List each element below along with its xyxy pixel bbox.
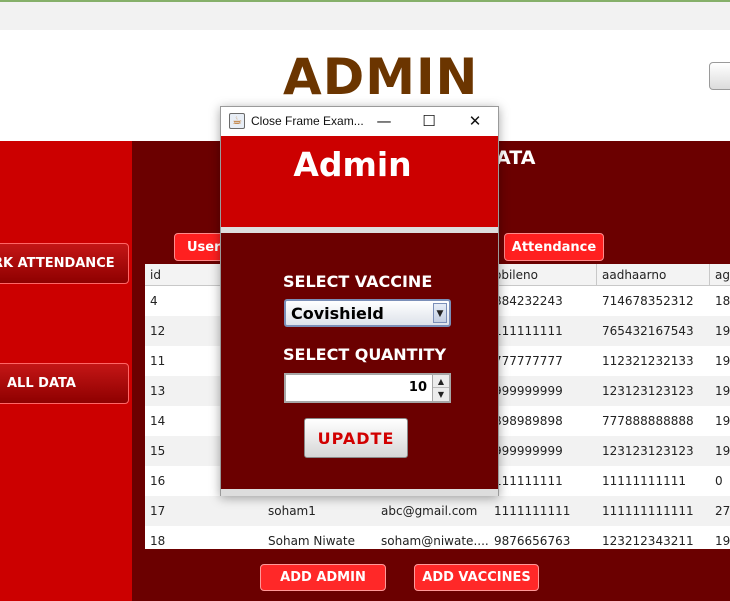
top-strip <box>0 0 730 30</box>
table-cell[interactable]: 11111111111 <box>597 466 710 496</box>
section-heading: ATA <box>496 147 536 169</box>
table-cell[interactable]: 714678352312 <box>597 286 710 316</box>
column-header[interactable]: aadhaarno <box>597 264 710 286</box>
column-header[interactable]: obileno <box>489 264 597 286</box>
chevron-down-icon[interactable]: ▼ <box>433 303 447 323</box>
table-cell[interactable]: 777777777 <box>489 346 597 376</box>
table-cell[interactable]: 0 <box>710 466 730 496</box>
vaccine-select[interactable]: Covishield ▼ <box>284 299 451 327</box>
table-cell[interactable]: abc@gmail.com <box>376 496 489 526</box>
table-cell[interactable]: 111111111 <box>489 466 597 496</box>
tab-attendance[interactable]: Attendance <box>504 233 604 261</box>
table-cell[interactable]: 765432167543 <box>597 316 710 346</box>
admin-dialog: ☕ Close Frame Exam... — ☐ ✕ Admin SELECT… <box>220 106 499 496</box>
maximize-icon[interactable]: ☐ <box>418 110 440 132</box>
table-cell[interactable]: Soham Niwate <box>263 526 376 549</box>
spinner-up-icon[interactable]: ▲ <box>433 375 449 388</box>
add-admin-button[interactable]: ADD ADMIN <box>260 564 386 591</box>
table-cell[interactable]: soham1 <box>263 496 376 526</box>
table-cell[interactable]: 19 <box>710 316 730 346</box>
table-cell[interactable]: 19 <box>710 526 730 549</box>
table-cell[interactable]: 18 <box>145 526 263 549</box>
spinner-down-icon[interactable]: ▼ <box>433 388 449 401</box>
table-cell[interactable]: 123123123123 <box>597 436 710 466</box>
table-row[interactable]: 17 soham1 abc@gmail.com 1111111111 111111111… <box>145 496 730 526</box>
minimize-icon[interactable]: — <box>373 110 395 132</box>
table-cell[interactable]: 111111111 <box>489 316 597 346</box>
table-cell[interactable]: 884232243 <box>489 286 597 316</box>
column-header[interactable]: ag <box>710 264 730 286</box>
dialog-heading: Admin <box>293 145 412 184</box>
table-cell[interactable]: 123123123123 <box>597 376 710 406</box>
table-cell[interactable]: 19 <box>710 346 730 376</box>
table-row[interactable]: 18 Soham Niwate soham@niwate.... 9876656763… <box>145 526 730 549</box>
update-button[interactable]: UPADTE <box>304 418 408 458</box>
vaccine-label: SELECT VACCINE <box>283 272 433 291</box>
table-cell[interactable]: soham@niwate.... <box>376 526 489 549</box>
java-app-icon: ☕ <box>229 113 245 129</box>
dialog-footer-strip <box>221 489 498 496</box>
quantity-value[interactable]: 10 <box>409 380 427 395</box>
table-cell[interactable]: 19 <box>710 436 730 466</box>
all-data-button[interactable]: ALL DATA <box>0 363 129 404</box>
table-cell[interactable]: 19 <box>710 406 730 436</box>
corner-button[interactable] <box>709 62 730 90</box>
quantity-spinner[interactable]: 10 ▲ ▼ <box>284 373 451 403</box>
table-cell[interactable]: 19 <box>710 376 730 406</box>
vaccine-selected-value: Covishield <box>291 304 384 323</box>
quantity-label: SELECT QUANTITY <box>283 345 447 364</box>
table-cell[interactable]: 999999999 <box>489 436 597 466</box>
table-cell[interactable]: 898989898 <box>489 406 597 436</box>
table-cell[interactable]: 112321232133 <box>597 346 710 376</box>
table-cell[interactable]: 9876656763 <box>489 526 597 549</box>
table-cell[interactable]: 123212343211 <box>597 526 710 549</box>
close-icon[interactable]: ✕ <box>464 110 486 132</box>
table-cell[interactable]: 27 <box>710 496 730 526</box>
table-cell[interactable]: 777888888888 <box>597 406 710 436</box>
page-title: ADMIN <box>283 48 479 106</box>
dialog-titlebar[interactable]: ☕ Close Frame Exam... — ☐ ✕ <box>221 107 498 136</box>
mark-attendance-button[interactable]: RK ATTENDANCE <box>0 243 129 284</box>
window-title: Close Frame Exam... <box>251 114 364 128</box>
table-cell[interactable]: 999999999 <box>489 376 597 406</box>
table-cell[interactable]: 17 <box>145 496 263 526</box>
table-cell[interactable]: 18 <box>710 286 730 316</box>
add-vaccines-button[interactable]: ADD VACCINES <box>414 564 539 591</box>
spinner-buttons: ▲ ▼ <box>432 375 449 401</box>
table-cell[interactable]: 111111111111 <box>597 496 710 526</box>
table-cell[interactable]: 1111111111 <box>489 496 597 526</box>
